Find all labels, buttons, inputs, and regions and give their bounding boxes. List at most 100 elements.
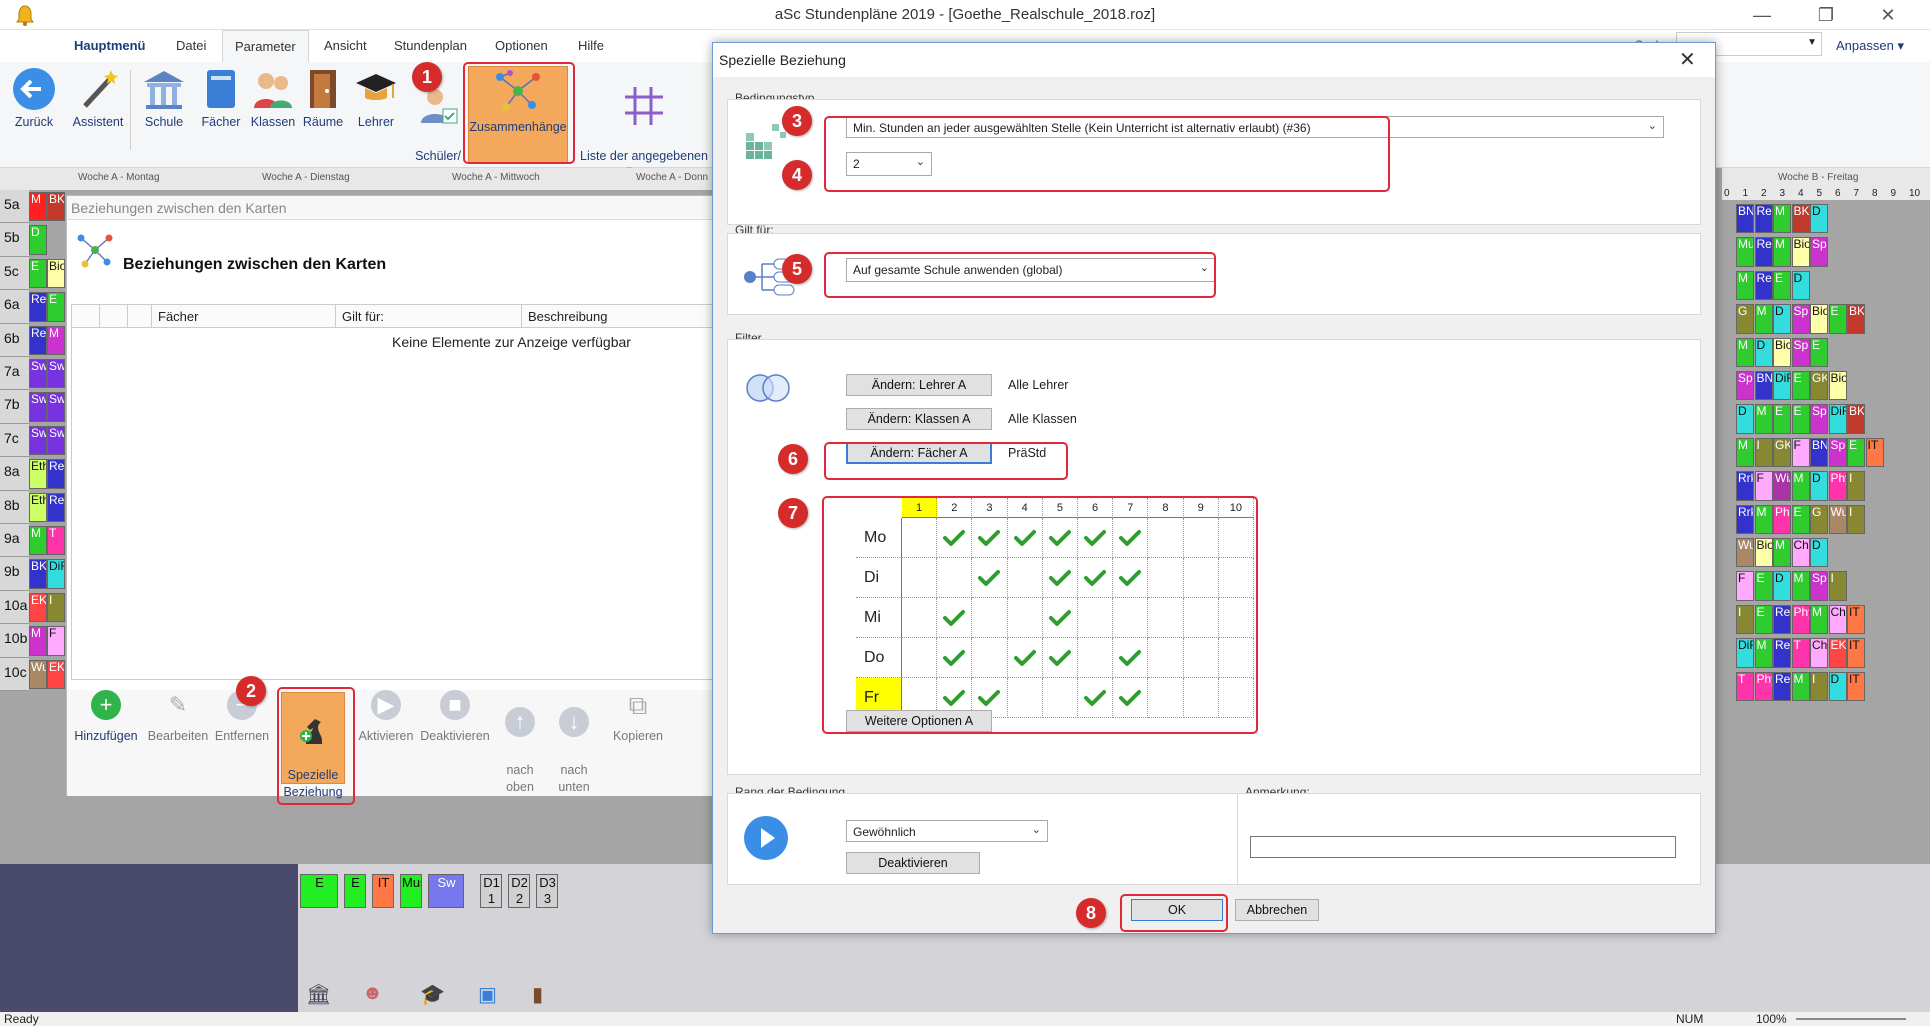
lesson-card[interactable]: DiFö <box>1828 404 1847 434</box>
lesson-card[interactable]: DiFö <box>1773 371 1791 401</box>
lesson-card[interactable]: D <box>1754 337 1773 367</box>
lesson-card[interactable]: M <box>1754 638 1773 668</box>
tab-stundenplan[interactable]: Stundenplan <box>394 38 467 53</box>
lesson-card[interactable]: T <box>1736 671 1754 701</box>
lesson-card[interactable]: Rev <box>1773 604 1791 635</box>
lesson-card[interactable]: I <box>1736 604 1754 635</box>
lesson-card[interactable]: F <box>1736 571 1754 601</box>
bottom-card[interactable]: IT <box>372 874 394 908</box>
lesson-card[interactable]: Rrk <box>1736 471 1754 501</box>
lesson-card[interactable]: Rev <box>1773 638 1791 668</box>
lesson-card[interactable]: D <box>1773 304 1791 334</box>
lesson-card[interactable]: Rev <box>47 459 65 489</box>
lesson-card[interactable]: Phy <box>1828 471 1847 501</box>
lesson-card[interactable]: Bio <box>1828 371 1847 401</box>
bottom-card[interactable]: D2 2 <box>508 874 530 908</box>
lesson-card[interactable]: Sw <box>29 392 47 422</box>
lesson-card[interactable]: Rev <box>1754 204 1773 234</box>
lesson-card[interactable]: M <box>1736 270 1754 301</box>
lesson-card[interactable]: M <box>29 626 47 656</box>
lesson-card[interactable]: Sw <box>47 392 65 422</box>
lesson-card[interactable]: Sw <box>47 425 65 456</box>
lesson-card[interactable]: IT <box>1847 638 1865 668</box>
lesson-card[interactable]: GK <box>1773 437 1791 468</box>
lesson-card[interactable]: EK <box>29 592 47 623</box>
lesson-card[interactable]: Phy <box>1754 671 1773 701</box>
lesson-card[interactable]: Rev <box>29 292 47 322</box>
lesson-card[interactable]: Rev <box>1754 237 1773 267</box>
lesson-card[interactable]: T <box>1791 638 1810 668</box>
zoom-slider[interactable] <box>1796 1018 1906 1020</box>
bottom-card[interactable]: D1 1 <box>480 874 502 908</box>
lesson-card[interactable]: M <box>1736 437 1754 468</box>
lesson-card[interactable]: T <box>47 526 65 556</box>
lesson-card[interactable]: BN <box>1754 371 1773 401</box>
lesson-card[interactable]: E <box>1754 604 1773 635</box>
tab-optionen[interactable]: Optionen <box>495 38 548 53</box>
tab-parameter[interactable]: Parameter <box>222 30 309 64</box>
lesson-card[interactable]: G <box>1736 304 1754 334</box>
rang-select[interactable]: Gewöhnlich ⌄ <box>846 820 1048 842</box>
nach-unten-button[interactable]: ↓ nach unten <box>549 690 599 796</box>
deaktivieren-button[interactable]: ■ Deaktivieren <box>419 690 491 745</box>
lesson-card[interactable]: Bio <box>1810 304 1828 334</box>
deactivate-button[interactable]: Deaktivieren <box>846 852 980 874</box>
lesson-card[interactable]: BN <box>1810 437 1828 468</box>
lesson-card[interactable]: D <box>29 225 47 255</box>
tab-ansicht[interactable]: Ansicht <box>324 38 367 53</box>
lesson-card[interactable]: Che <box>1810 638 1828 668</box>
lesson-card[interactable]: I <box>47 592 65 623</box>
cancel-button[interactable]: Abbrechen <box>1235 899 1319 921</box>
schule-button[interactable]: Schule <box>136 66 192 164</box>
tab-datei[interactable]: Datei <box>176 38 206 53</box>
faecher-button[interactable]: Fächer <box>196 66 246 164</box>
lesson-card[interactable]: Rev <box>29 325 47 355</box>
assistent-button[interactable]: Assistent <box>68 66 128 164</box>
bottom-card[interactable]: E <box>300 874 338 908</box>
bottom-card[interactable]: Sw <box>428 874 464 908</box>
zurueck-button[interactable]: Zurück <box>6 66 62 164</box>
lesson-card[interactable]: Eth <box>29 492 47 522</box>
lesson-card[interactable]: M <box>1791 471 1810 501</box>
kopieren-button[interactable]: ⧉ Kopieren <box>607 690 669 745</box>
lesson-card[interactable]: M <box>1773 237 1791 267</box>
lesson-card[interactable]: Sp <box>1810 237 1828 267</box>
bottom-card[interactable]: E <box>344 874 366 908</box>
book-icon[interactable]: ▣ <box>478 982 497 1007</box>
lesson-card[interactable]: Che <box>1828 604 1847 635</box>
students-icon[interactable]: ☻ <box>362 982 383 1005</box>
lesson-card[interactable]: M <box>1754 404 1773 434</box>
lesson-card[interactable]: Mus <box>1736 237 1754 267</box>
lesson-card[interactable]: Rev <box>47 492 65 522</box>
lesson-card[interactable]: M <box>1791 571 1810 601</box>
lesson-card[interactable]: M <box>1736 337 1754 367</box>
hinzufuegen-button[interactable]: + Hinzufügen <box>73 690 139 745</box>
raeume-button[interactable]: Räume <box>300 66 346 164</box>
lesson-card[interactable]: M <box>47 325 65 355</box>
lesson-card[interactable]: D <box>1810 538 1828 568</box>
lesson-card[interactable]: D <box>1773 571 1791 601</box>
lesson-card[interactable]: Che <box>1791 538 1810 568</box>
lesson-card[interactable]: Eth <box>29 459 47 489</box>
lesson-card[interactable]: G <box>1810 504 1828 534</box>
close-window-button[interactable]: ✕ <box>1866 2 1910 28</box>
lesson-card[interactable]: Wi/B <box>1773 471 1791 501</box>
lesson-card[interactable]: EK <box>1828 638 1847 668</box>
maximize-button[interactable]: ❐ <box>1804 2 1848 28</box>
lesson-card[interactable]: Sp <box>1791 337 1810 367</box>
lesson-card[interactable]: Rev <box>1773 671 1791 701</box>
lesson-card[interactable]: E <box>1791 504 1810 534</box>
lesson-card[interactable]: Sw <box>29 425 47 456</box>
lesson-card[interactable]: Bio <box>1754 538 1773 568</box>
lesson-card[interactable]: BK <box>1791 204 1810 234</box>
lesson-card[interactable]: D <box>1810 204 1828 234</box>
lesson-card[interactable]: E <box>1828 304 1847 334</box>
lesson-card[interactable]: Sw <box>29 359 47 389</box>
bearbeiten-button[interactable]: ✎ Bearbeiten <box>145 690 211 745</box>
aktivieren-button[interactable]: ▶ Aktivieren <box>355 690 417 745</box>
lesson-card[interactable]: BN <box>1736 204 1754 234</box>
lesson-card[interactable]: D <box>1791 270 1810 301</box>
lesson-card[interactable]: I <box>1847 504 1865 534</box>
relations-table-body[interactable]: Keine Elemente zur Anzeige verfügbar <box>71 328 725 680</box>
lesson-card[interactable]: Bio <box>1773 337 1791 367</box>
